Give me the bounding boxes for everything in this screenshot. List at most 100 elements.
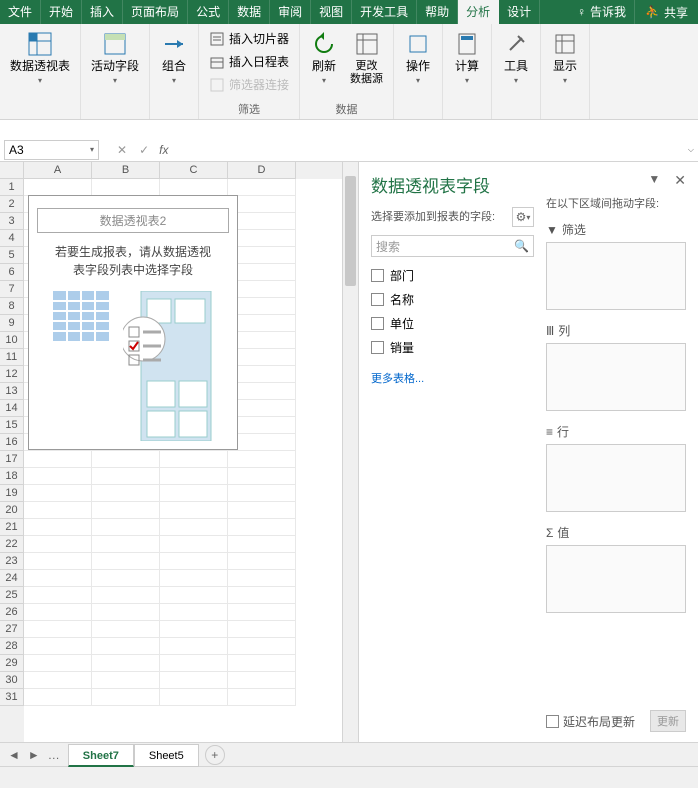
field-item[interactable]: 单位 (371, 315, 534, 332)
row-header[interactable]: 8 (0, 298, 24, 315)
row-header[interactable]: 2 (0, 196, 24, 213)
row-headers[interactable]: 1234567891011121314151617181920212223242… (0, 162, 24, 742)
field-checkbox[interactable] (371, 317, 384, 330)
col-header[interactable]: D (228, 162, 296, 179)
row-header[interactable]: 7 (0, 281, 24, 298)
field-item[interactable]: 销量 (371, 339, 534, 356)
cancel-icon[interactable]: ✕ (117, 143, 127, 157)
name-box[interactable]: A3▾ (4, 140, 99, 160)
tab-design[interactable]: 设计 (499, 0, 540, 24)
tab-data[interactable]: 数据 (229, 0, 270, 24)
tab-help[interactable]: 帮助 (417, 0, 458, 24)
sheet-nav-more[interactable]: … (48, 748, 60, 762)
refresh-button[interactable]: 刷新▾ (306, 28, 342, 89)
row-header[interactable]: 11 (0, 349, 24, 366)
col-header[interactable]: C (160, 162, 228, 179)
values-drop-area[interactable] (546, 545, 686, 613)
row-header[interactable]: 15 (0, 417, 24, 434)
gear-button[interactable]: ⚙▾ (512, 207, 534, 227)
insert-timeline-button[interactable]: 插入日程表 (205, 51, 293, 72)
chevron-down-icon[interactable]: ▾ (90, 145, 94, 154)
vertical-scrollbar[interactable] (342, 162, 358, 742)
tab-formulas[interactable]: 公式 (188, 0, 229, 24)
tab-devtools[interactable]: 开发工具 (352, 0, 417, 24)
row-header[interactable]: 9 (0, 315, 24, 332)
row-header[interactable]: 17 (0, 451, 24, 468)
row-header[interactable]: 22 (0, 536, 24, 553)
close-icon[interactable]: ✕ (674, 172, 686, 189)
row-header[interactable]: 20 (0, 502, 24, 519)
field-item[interactable]: 部门 (371, 267, 534, 284)
tab-review[interactable]: 审阅 (270, 0, 311, 24)
filter-conn-icon (209, 77, 225, 93)
pivottable-fields-pane: 数据透视表字段 选择要添加到报表的字段: ⚙▾ 搜索🔍 部门名称单位销量 更多表… (358, 162, 698, 742)
group-button[interactable]: 组合▾ (156, 28, 192, 89)
share-button[interactable]: ⛹共享 (635, 4, 698, 21)
sheet-tab-active[interactable]: Sheet7 (68, 744, 134, 767)
row-header[interactable]: 5 (0, 247, 24, 264)
activefield-button[interactable]: 活动字段▾ (87, 28, 143, 89)
pivottable-button[interactable]: 数据透视表▾ (6, 28, 74, 89)
pivottable-placeholder[interactable]: 数据透视表2 若要生成报表，请从数据透视表字段列表中选择字段 (28, 195, 238, 450)
fx-icon[interactable]: fx (159, 143, 168, 157)
worksheet[interactable]: 1234567891011121314151617181920212223242… (0, 162, 358, 742)
col-header[interactable]: A (24, 162, 92, 179)
chevron-down-icon[interactable]: ▼ (648, 172, 660, 195)
row-header[interactable]: 24 (0, 570, 24, 587)
row-header[interactable]: 25 (0, 587, 24, 604)
row-header[interactable]: 13 (0, 383, 24, 400)
sheet-tab[interactable]: Sheet5 (134, 744, 199, 767)
tab-pagelayout[interactable]: 页面布局 (123, 0, 188, 24)
row-header[interactable]: 1 (0, 179, 24, 196)
insert-slicer-button[interactable]: 插入切片器 (205, 28, 293, 49)
row-header[interactable]: 10 (0, 332, 24, 349)
change-datasource-button[interactable]: 更改 数据源 (346, 28, 387, 88)
field-checkbox[interactable] (371, 269, 384, 282)
row-header[interactable]: 23 (0, 553, 24, 570)
tools-button[interactable]: 工具▾ (498, 28, 534, 89)
column-headers[interactable]: ABCD (24, 162, 342, 179)
scrollbar-thumb[interactable] (345, 176, 356, 286)
row-header[interactable]: 14 (0, 400, 24, 417)
row-header[interactable]: 30 (0, 672, 24, 689)
tab-tellme[interactable]: ♀告诉我 (569, 0, 635, 24)
filter-area-icon: ▼ (546, 223, 558, 237)
tab-view[interactable]: 视图 (311, 0, 352, 24)
row-header[interactable]: 18 (0, 468, 24, 485)
more-tables-link[interactable]: 更多表格... (371, 370, 534, 386)
sheet-nav-next[interactable]: ► (28, 748, 40, 762)
field-checkbox[interactable] (371, 341, 384, 354)
row-header[interactable]: 21 (0, 519, 24, 536)
add-sheet-button[interactable]: + (205, 745, 225, 765)
row-header[interactable]: 12 (0, 366, 24, 383)
row-header[interactable]: 26 (0, 604, 24, 621)
tab-home[interactable]: 开始 (41, 0, 82, 24)
update-button[interactable]: 更新 (650, 710, 686, 732)
row-header[interactable]: 4 (0, 230, 24, 247)
tab-insert[interactable]: 插入 (82, 0, 123, 24)
row-header[interactable]: 31 (0, 689, 24, 706)
filter-drop-area[interactable] (546, 242, 686, 310)
tab-file[interactable]: 文件 (0, 0, 41, 24)
row-header[interactable]: 27 (0, 621, 24, 638)
expand-formula-bar-icon[interactable]: ⌵ (688, 145, 694, 155)
confirm-icon[interactable]: ✓ (139, 143, 149, 157)
tab-analyze[interactable]: 分析 (458, 0, 499, 24)
row-header[interactable]: 29 (0, 655, 24, 672)
field-item[interactable]: 名称 (371, 291, 534, 308)
field-checkbox[interactable] (371, 293, 384, 306)
show-button[interactable]: 显示▾ (547, 28, 583, 89)
col-header[interactable]: B (92, 162, 160, 179)
search-input[interactable]: 搜索🔍 (371, 235, 534, 257)
row-header[interactable]: 16 (0, 434, 24, 451)
columns-drop-area[interactable] (546, 343, 686, 411)
row-header[interactable]: 3 (0, 213, 24, 230)
row-header[interactable]: 6 (0, 264, 24, 281)
sheet-nav-prev[interactable]: ◄ (8, 748, 20, 762)
defer-checkbox[interactable] (546, 715, 559, 728)
actions-button[interactable]: 操作▾ (400, 28, 436, 89)
rows-drop-area[interactable] (546, 444, 686, 512)
row-header[interactable]: 19 (0, 485, 24, 502)
row-header[interactable]: 28 (0, 638, 24, 655)
calc-button[interactable]: 计算▾ (449, 28, 485, 89)
